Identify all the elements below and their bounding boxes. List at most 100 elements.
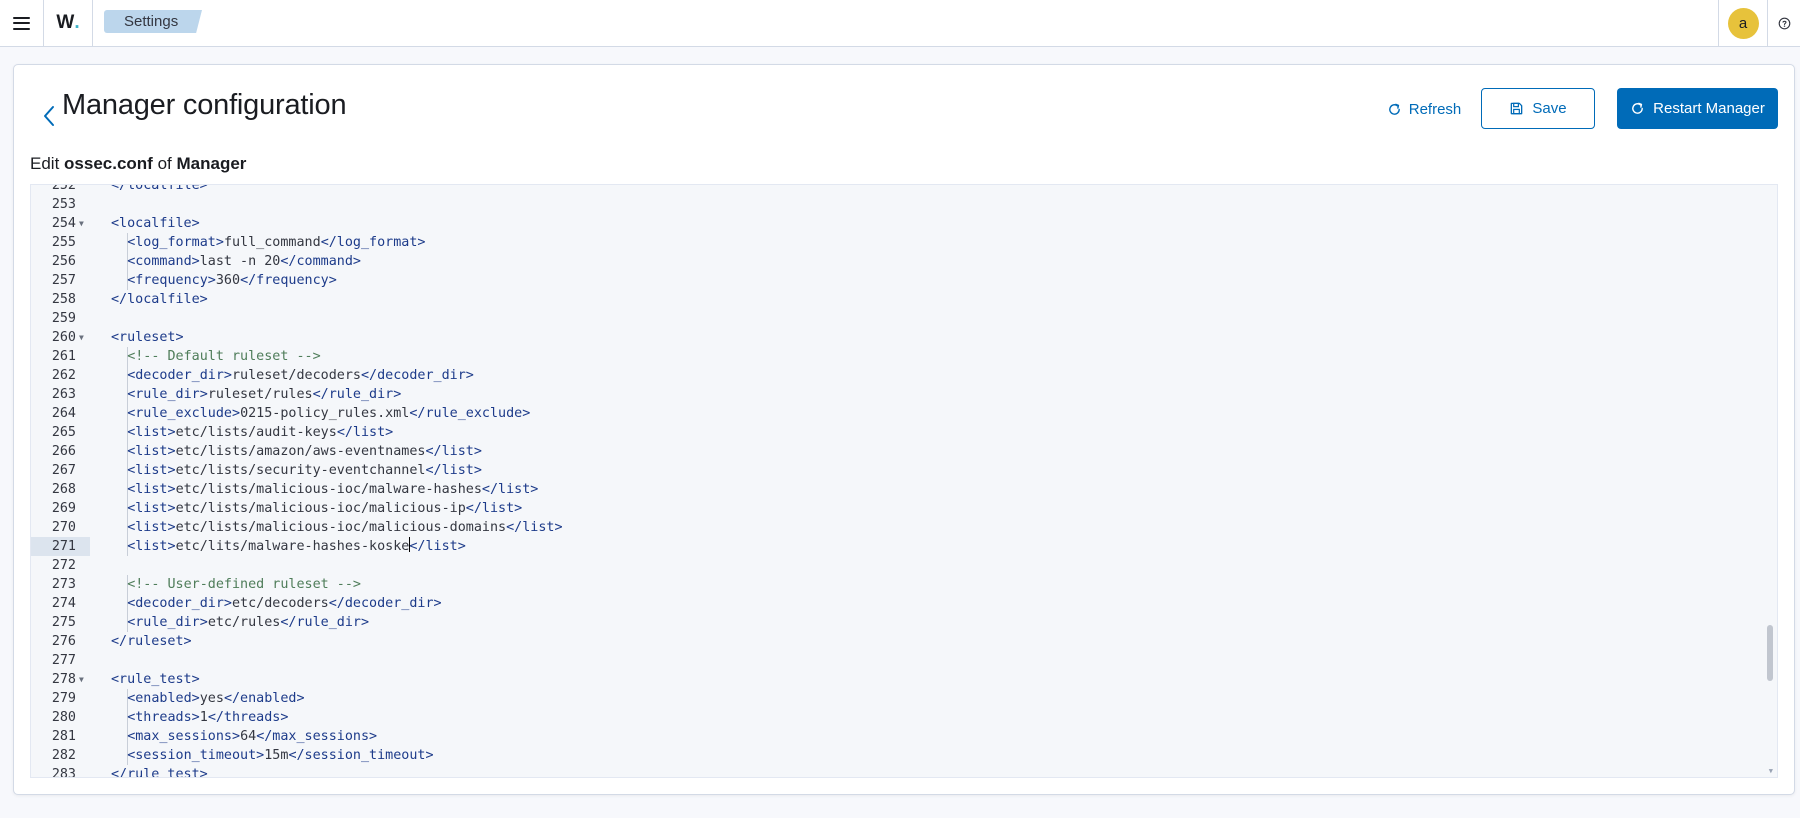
code-line[interactable]: 273 <!-- User-defined ruleset -->: [31, 575, 1761, 594]
code-line[interactable]: 279 <enabled>yes</enabled>: [31, 689, 1761, 708]
xml-text: etc/lists/malicious-ioc/malicious-ip: [175, 501, 466, 516]
line-number: 281: [51, 729, 76, 744]
user-menu[interactable]: a: [1718, 0, 1768, 46]
xml-comment: <!-- User-defined ruleset -->: [127, 577, 361, 592]
line-code: <decoder_dir>ruleset/decoders</decoder_d…: [127, 366, 474, 385]
xml-tag: </rule_dir>: [312, 387, 402, 402]
line-number: 252: [51, 184, 76, 193]
xml-tag: </rule_exclude>: [409, 406, 531, 421]
code-line[interactable]: 280 <threads>1</threads>: [31, 708, 1761, 727]
line-number: 257: [51, 273, 76, 288]
app-logo[interactable]: W.: [44, 0, 93, 46]
code-line[interactable]: 275 <rule_dir>etc/rules</rule_dir>: [31, 613, 1761, 632]
breadcrumb-settings[interactable]: Settings: [104, 10, 202, 33]
code-lines: 252 </localfile> 253 254 ▼ <localfile> 255 <log…: [31, 184, 1761, 778]
code-line[interactable]: 282 <session_timeout>15m</session_timeout…: [31, 746, 1761, 765]
code-line[interactable]: 260 ▼ <ruleset>: [31, 328, 1761, 347]
code-editor[interactable]: 252 </localfile> 253 254 ▼ <localfile> 255 <log…: [30, 184, 1778, 778]
code-line[interactable]: 268 <list>etc/lists/malicious-ioc/malware…: [31, 480, 1761, 499]
code-line[interactable]: 266 <list>etc/lists/amazon/aws-eventnames…: [31, 442, 1761, 461]
code-line[interactable]: 252 </localfile>: [31, 184, 1761, 195]
line-code: <rule_test>: [111, 670, 200, 689]
editor-scrollbar[interactable]: [1767, 625, 1773, 681]
xml-text: last -n 20: [199, 254, 281, 269]
code-line[interactable]: 269 <list>etc/lists/malicious-ioc/malicio…: [31, 499, 1761, 518]
xml-tag: <localfile>: [111, 216, 200, 231]
code-line[interactable]: 274 <decoder_dir>etc/decoders</decoder_di…: [31, 594, 1761, 613]
fold-arrow-icon[interactable]: ▼: [79, 670, 84, 689]
line-code: <list>etc/lists/audit-keys</list>: [127, 423, 393, 442]
xml-tag: <log_format>: [127, 235, 224, 250]
xml-tag: <max_sessions>: [127, 729, 241, 744]
code-line[interactable]: 256 <command>last -n 20</command>: [31, 252, 1761, 271]
fold-arrow-icon[interactable]: ▼: [79, 214, 84, 233]
code-line[interactable]: 264 <rule_exclude>0215-policy_rules.xml</…: [31, 404, 1761, 423]
fold-arrow-icon[interactable]: ▼: [79, 328, 84, 347]
code-line[interactable]: 258 </localfile>: [31, 290, 1761, 309]
line-code: <list>etc/lits/malware-hashes-koske</lis…: [127, 537, 466, 556]
refresh-button[interactable]: Refresh: [1372, 89, 1476, 129]
code-line[interactable]: 271 <list>etc/lits/malware-hashes-koske</…: [31, 537, 1761, 556]
code-line[interactable]: 257 <frequency>360</frequency>: [31, 271, 1761, 290]
code-line[interactable]: 259: [31, 309, 1761, 328]
menu-toggle-button[interactable]: [0, 0, 44, 46]
code-line[interactable]: 283 </rule_test>: [31, 765, 1761, 778]
chevron-left-icon: [44, 106, 54, 126]
line-code: <list>etc/lists/malicious-ioc/malicious-…: [127, 518, 562, 537]
xml-tag: <rule_dir>: [127, 387, 208, 402]
code-line[interactable]: 261 <!-- Default ruleset -->: [31, 347, 1761, 366]
line-code: </localfile>: [111, 185, 208, 195]
code-line[interactable]: 253: [31, 195, 1761, 214]
code-line[interactable]: 255 <log_format>full_command</log_format>: [31, 233, 1761, 252]
line-number: 273: [51, 577, 76, 592]
xml-tag: <ruleset>: [111, 330, 184, 345]
subtitle-file: ossec.conf: [64, 154, 153, 173]
logo-letter: W: [56, 12, 75, 33]
code-line[interactable]: 281 <max_sessions>64</max_sessions>: [31, 727, 1761, 746]
code-line[interactable]: 262 <decoder_dir>ruleset/decoders</decode…: [31, 366, 1761, 385]
line-code: <rule_exclude>0215-policy_rules.xml</rul…: [127, 404, 530, 423]
code-line[interactable]: 265 <list>etc/lists/audit-keys</list>: [31, 423, 1761, 442]
line-code: <!-- User-defined ruleset -->: [127, 575, 361, 594]
back-button[interactable]: [32, 99, 66, 133]
xml-comment: <!-- Default ruleset -->: [127, 349, 321, 364]
line-code: <list>etc/lists/amazon/aws-eventnames</l…: [127, 442, 482, 461]
xml-text: etc/lits/malware-hashes-koske: [175, 539, 410, 554]
line-number: 264: [51, 406, 76, 421]
code-line[interactable]: 278 ▼ <rule_test>: [31, 670, 1761, 689]
line-number: 253: [51, 197, 76, 212]
line-number: 277: [51, 653, 76, 668]
xml-text: etc/lists/audit-keys: [175, 425, 337, 440]
line-number: 259: [51, 311, 76, 326]
xml-tag: </threads>: [207, 710, 289, 725]
scroll-down-arrow-icon[interactable]: ▼: [1769, 767, 1773, 775]
xml-tag: <rule_exclude>: [127, 406, 241, 421]
line-number: 272: [51, 558, 76, 573]
xml-tag: </max_sessions>: [256, 729, 378, 744]
code-line[interactable]: 267 <list>etc/lists/security-eventchannel…: [31, 461, 1761, 480]
xml-tag: <list>: [127, 425, 176, 440]
code-line[interactable]: 276 </ruleset>: [31, 632, 1761, 651]
code-line[interactable]: 263 <rule_dir>ruleset/rules</rule_dir>: [31, 385, 1761, 404]
line-number: 283: [51, 767, 76, 778]
xml-tag: </list>: [425, 463, 482, 478]
help-icon: [1778, 17, 1790, 29]
code-line[interactable]: 277: [31, 651, 1761, 670]
line-number: 262: [51, 368, 76, 383]
manager-config-panel: Manager configuration Refresh Save Resta…: [13, 64, 1795, 795]
xml-text: full_command: [223, 235, 321, 250]
restart-manager-button[interactable]: Restart Manager: [1617, 88, 1778, 129]
xml-tag: </decoder_dir>: [361, 368, 474, 383]
line-number: 267: [51, 463, 76, 478]
page-title: Manager configuration: [62, 89, 347, 121]
top-header: W. Settings a: [0, 0, 1800, 47]
save-label: Save: [1532, 100, 1567, 117]
help-button[interactable]: [1768, 0, 1800, 46]
code-line[interactable]: 270 <list>etc/lists/malicious-ioc/malicio…: [31, 518, 1761, 537]
xml-tag: <list>: [127, 520, 176, 535]
xml-tag: </list>: [409, 539, 466, 554]
refresh-label: Refresh: [1408, 100, 1462, 118]
code-line[interactable]: 272: [31, 556, 1761, 575]
code-line[interactable]: 254 ▼ <localfile>: [31, 214, 1761, 233]
save-button[interactable]: Save: [1481, 88, 1595, 129]
